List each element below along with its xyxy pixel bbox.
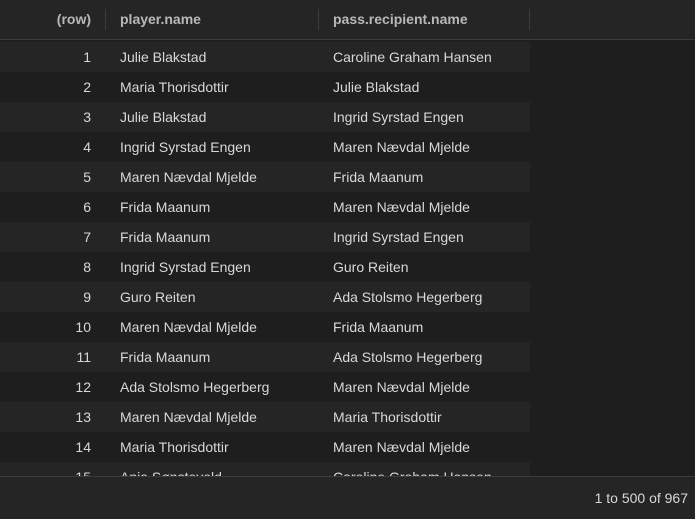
row-index-cell: 12 bbox=[75, 379, 91, 395]
table-row[interactable]: 1 Julie Blakstad Caroline Graham Hansen bbox=[0, 42, 530, 72]
table-row[interactable]: 14 Maria Thorisdottir Maren Nævdal Mjelde bbox=[0, 432, 530, 462]
row-index-cell: 2 bbox=[83, 79, 91, 95]
recipient-name-cell: Frida Maanum bbox=[333, 169, 424, 185]
table-row[interactable]: 12 Ada Stolsmo Hegerberg Maren Nævdal Mjel… bbox=[0, 372, 530, 402]
player-name-cell: Julie Blakstad bbox=[120, 109, 207, 125]
row-index-cell: 5 bbox=[83, 169, 91, 185]
recipient-name-cell: Guro Reiten bbox=[333, 259, 409, 275]
column-divider[interactable] bbox=[105, 9, 106, 30]
table-row[interactable]: 7 Frida Maanum Ingrid Syrstad Engen bbox=[0, 222, 530, 252]
table-footer: 1 to 500 of 967 bbox=[0, 476, 695, 519]
table-row[interactable]: 6 Frida Maanum Maren Nævdal Mjelde bbox=[0, 192, 530, 222]
table-row[interactable]: 2 Maria Thorisdottir Julie Blakstad bbox=[0, 72, 530, 102]
table-row[interactable]: 10 Maren Nævdal Mjelde Frida Maanum bbox=[0, 312, 530, 342]
table-row[interactable]: 8 Ingrid Syrstad Engen Guro Reiten bbox=[0, 252, 530, 282]
table-row[interactable]: 5 Maren Nævdal Mjelde Frida Maanum bbox=[0, 162, 530, 192]
pagination-info: 1 to 500 of 967 bbox=[594, 490, 688, 506]
player-name-cell: Frida Maanum bbox=[120, 229, 211, 245]
player-name-cell: Maria Thorisdottir bbox=[120, 79, 229, 95]
player-name-cell: Ingrid Syrstad Engen bbox=[120, 259, 251, 275]
column-divider[interactable] bbox=[318, 9, 319, 30]
recipient-name-cell: Ingrid Syrstad Engen bbox=[333, 229, 464, 245]
player-name-cell: Maren Nævdal Mjelde bbox=[120, 319, 257, 335]
player-name-cell: Maren Nævdal Mjelde bbox=[120, 409, 257, 425]
row-index-cell: 1 bbox=[83, 49, 91, 65]
column-header-pass-recipient-name[interactable]: pass.recipient.name bbox=[333, 0, 523, 39]
column-header-row[interactable]: (row) bbox=[0, 0, 91, 39]
player-name-cell: Maren Nævdal Mjelde bbox=[120, 169, 257, 185]
player-name-cell: Ada Stolsmo Hegerberg bbox=[120, 379, 270, 395]
column-header-player-name[interactable]: player.name bbox=[120, 0, 310, 39]
table-row[interactable]: 4 Ingrid Syrstad Engen Maren Nævdal Mjelde bbox=[0, 132, 530, 162]
player-name-cell: Maria Thorisdottir bbox=[120, 439, 229, 455]
player-name-cell: Julie Blakstad bbox=[120, 49, 207, 65]
table-row[interactable]: 3 Julie Blakstad Ingrid Syrstad Engen bbox=[0, 102, 530, 132]
recipient-name-cell: Frida Maanum bbox=[333, 319, 424, 335]
recipient-name-cell: Maren Nævdal Mjelde bbox=[333, 139, 470, 155]
player-name-cell: Frida Maanum bbox=[120, 199, 211, 215]
row-index-cell: 3 bbox=[83, 109, 91, 125]
column-divider[interactable] bbox=[529, 9, 530, 30]
player-name-cell: Anja Sønstevold bbox=[120, 462, 315, 476]
data-viewer: (row) player.name pass.recipient.name 1 J… bbox=[0, 0, 695, 519]
row-index-cell: 10 bbox=[75, 319, 91, 335]
row-index-cell: 15 bbox=[0, 462, 91, 476]
table-header: (row) player.name pass.recipient.name bbox=[0, 0, 695, 40]
row-index-cell: 9 bbox=[83, 289, 91, 305]
player-name-cell: Ingrid Syrstad Engen bbox=[120, 139, 251, 155]
table-row[interactable]: 13 Maren Nævdal Mjelde Maria Thorisdottir bbox=[0, 402, 530, 432]
row-index-cell: 13 bbox=[75, 409, 91, 425]
recipient-name-cell: Julie Blakstad bbox=[333, 79, 420, 95]
player-name-cell: Guro Reiten bbox=[120, 289, 196, 305]
table-row[interactable]: 15 Anja Sønstevold Caroline Graham Hansen bbox=[0, 462, 530, 476]
row-index-cell: 4 bbox=[83, 139, 91, 155]
row-index-cell: 8 bbox=[83, 259, 91, 275]
recipient-name-cell: Maren Nævdal Mjelde bbox=[333, 379, 470, 395]
recipient-name-cell: Maren Nævdal Mjelde bbox=[333, 439, 470, 455]
recipient-name-cell: Ada Stolsmo Hegerberg bbox=[333, 349, 483, 365]
recipient-name-cell: Ada Stolsmo Hegerberg bbox=[333, 289, 483, 305]
table-row[interactable]: 9 Guro Reiten Ada Stolsmo Hegerberg bbox=[0, 282, 530, 312]
recipient-name-cell: Ingrid Syrstad Engen bbox=[333, 109, 464, 125]
recipient-name-cell: Maren Nævdal Mjelde bbox=[333, 199, 470, 215]
row-index-cell: 7 bbox=[83, 229, 91, 245]
table-body[interactable]: 1 Julie Blakstad Caroline Graham Hansen 2 Ma… bbox=[0, 42, 695, 476]
recipient-name-cell: Caroline Graham Hansen bbox=[333, 49, 492, 65]
player-name-cell: Frida Maanum bbox=[120, 349, 211, 365]
row-index-cell: 14 bbox=[75, 439, 91, 455]
table-row[interactable]: 11 Frida Maanum Ada Stolsmo Hegerberg bbox=[0, 342, 530, 372]
row-index-cell: 6 bbox=[83, 199, 91, 215]
row-index-cell: 11 bbox=[76, 349, 91, 365]
recipient-name-cell: Maria Thorisdottir bbox=[333, 409, 442, 425]
recipient-name-cell: Caroline Graham Hansen bbox=[333, 462, 528, 476]
